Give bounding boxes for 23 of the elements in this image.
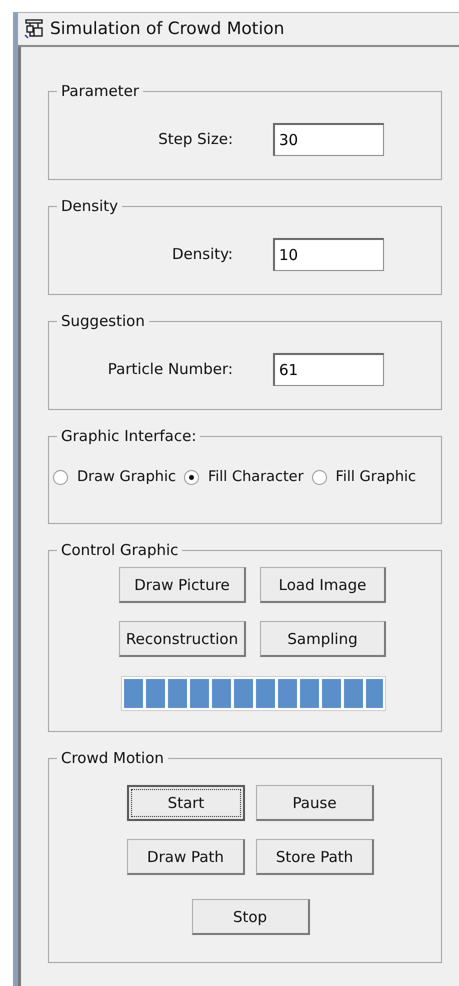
radio-label: Draw Graphic	[77, 469, 176, 485]
push-button[interactable]: Draw Path	[127, 839, 245, 875]
input-field[interactable]: 30	[273, 122, 384, 156]
push-button[interactable]: Load Image	[260, 567, 386, 603]
push-button[interactable]: Stop	[192, 899, 310, 935]
radio-button[interactable]	[53, 470, 68, 484]
field-label: Particle Number:	[106, 360, 233, 378]
field-label: Density:	[171, 245, 233, 263]
push-button[interactable]: Store Path	[256, 839, 374, 875]
input-field[interactable]: 61	[273, 352, 384, 386]
push-button[interactable]: Start	[127, 785, 245, 821]
radio-label: Fill Graphic	[336, 469, 416, 485]
push-button[interactable]: Pause	[256, 785, 374, 821]
push-button[interactable]: Reconstruction	[119, 621, 246, 657]
window-title: Simulation of Crowd Motion	[50, 19, 284, 39]
radio-button[interactable]	[184, 470, 199, 484]
radio-button[interactable]	[312, 470, 327, 484]
field-label: Step Size:	[157, 130, 233, 148]
input-field[interactable]: 10	[273, 238, 384, 270]
push-button[interactable]: Sampling	[260, 621, 386, 657]
window-app-icon	[24, 19, 44, 39]
radio-label: Fill Character	[208, 469, 304, 485]
push-button[interactable]: Draw Picture	[119, 567, 246, 603]
